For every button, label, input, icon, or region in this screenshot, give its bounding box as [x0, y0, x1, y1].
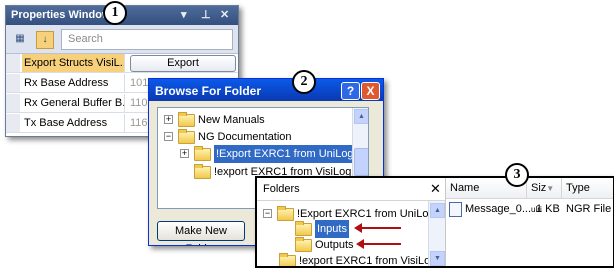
- folder-icon: [194, 146, 211, 161]
- dialog-title: Browse For Folder: [155, 84, 262, 98]
- folders-tree[interactable]: − !Export EXRC1 from UniLogic Inputs Out…: [257, 201, 445, 266]
- property-name: Rx General Buffer B...: [22, 94, 125, 112]
- row-gutter: [6, 54, 20, 72]
- property-name: Export Structs VisiL...: [22, 54, 125, 72]
- tree-item-label: !Export EXRC1 from UniLogic: [214, 145, 364, 163]
- scroll-up-icon[interactable]: ▲: [430, 203, 445, 218]
- file-row[interactable]: Message_0...ulri 1 KB NGR File: [449, 200, 612, 218]
- tree-item-label: !export EXRC1 from VisiLogic: [299, 255, 445, 267]
- close-icon[interactable]: ✕: [220, 8, 229, 21]
- column-header-size-label: Siz: [531, 182, 547, 194]
- red-arrow-icon: [354, 223, 401, 233]
- properties-toolbar: ▦ ↓ Search: [6, 25, 238, 54]
- folder-icon: [279, 253, 296, 266]
- column-header-type[interactable]: Type: [562, 178, 613, 199]
- tree-item-label: New Manuals: [198, 114, 265, 126]
- scroll-up-icon[interactable]: ▲: [354, 109, 368, 124]
- file-type: NGR File: [566, 203, 612, 215]
- help-button[interactable]: ?: [341, 82, 360, 100]
- dialog-titlebar: Browse For Folder ? X: [149, 79, 383, 101]
- export-button[interactable]: Export: [130, 55, 236, 72]
- folder-icon: [178, 112, 195, 127]
- search-placeholder: Search: [68, 33, 103, 45]
- callout-1: 1: [103, 1, 127, 25]
- row-gutter: [6, 114, 20, 132]
- red-arrow-icon: [356, 239, 401, 249]
- tree-item[interactable]: + New Manuals: [164, 111, 334, 129]
- folder-open-icon: [277, 206, 294, 221]
- callout-2: 2: [292, 70, 316, 94]
- expand-icon[interactable]: +: [164, 115, 173, 124]
- file-icon: [449, 202, 462, 217]
- property-row[interactable]: Export Structs VisiL... Export: [6, 54, 238, 73]
- sort-down-icon: ▼: [546, 184, 555, 193]
- column-header-size[interactable]: Siz▼: [527, 178, 562, 199]
- folders-label: Folders: [263, 183, 300, 195]
- search-input[interactable]: Search: [61, 29, 233, 50]
- property-name: Rx Base Address: [22, 74, 125, 92]
- expand-icon[interactable]: +: [180, 149, 189, 158]
- collapse-icon[interactable]: −: [263, 209, 272, 218]
- explorer-window: Folders ✕ − !Export EXRC1 from UniLogic …: [255, 176, 614, 268]
- tree-item-selected[interactable]: + !Export EXRC1 from UniLogic: [180, 145, 364, 163]
- property-name: Tx Base Address: [22, 114, 125, 132]
- categorized-icon[interactable]: ▦: [12, 31, 28, 47]
- folders-header: Folders ✕: [257, 178, 445, 201]
- make-new-folder-button[interactable]: Make New Folder: [157, 221, 245, 245]
- row-gutter: [6, 74, 20, 92]
- dropdown-icon[interactable]: ▾: [181, 8, 187, 21]
- close-icon[interactable]: ✕: [430, 181, 441, 197]
- close-button[interactable]: X: [361, 82, 380, 100]
- tree-item[interactable]: − NG Documentation: [164, 128, 334, 146]
- properties-title: Properties Window: [11, 9, 111, 21]
- pin-icon[interactable]: ⊥: [201, 8, 211, 21]
- folder-icon: [295, 237, 312, 252]
- vertical-scrollbar[interactable]: ▲ ▼: [428, 201, 445, 266]
- tree-item-label: NG Documentation: [198, 131, 292, 143]
- folder-icon: [295, 221, 312, 236]
- collapse-icon[interactable]: −: [164, 132, 173, 141]
- scroll-down-icon[interactable]: ▼: [430, 251, 445, 266]
- row-gutter: [6, 94, 20, 112]
- file-name: Message_0...ulri: [465, 203, 542, 215]
- folder-open-icon: [178, 129, 195, 144]
- tree-item[interactable]: !export EXRC1 from VisiLogic: [279, 252, 444, 266]
- alphabetical-sort-icon[interactable]: ↓: [36, 31, 54, 49]
- file-size: 1 KB: [536, 203, 560, 215]
- folder-icon: [194, 164, 211, 179]
- callout-3: 3: [505, 163, 529, 187]
- scroll-thumb[interactable]: [354, 148, 368, 176]
